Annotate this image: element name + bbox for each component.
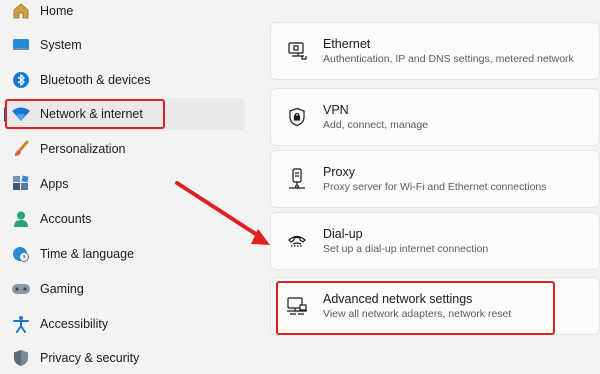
card-description: Authentication, IP and DNS settings, met… xyxy=(323,52,574,65)
dialup-icon xyxy=(285,229,309,253)
home-icon xyxy=(10,0,32,22)
card-title: Ethernet xyxy=(323,36,371,51)
sidebar-item-gaming[interactable]: Gaming xyxy=(4,273,245,305)
card-title: Advanced network settings xyxy=(323,291,473,306)
sidebar-item-personalization[interactable]: Personalization xyxy=(4,133,245,165)
sidebar-item-label: Apps xyxy=(40,177,69,191)
sidebar-item-label: Accessibility xyxy=(40,317,109,331)
monitor-icon xyxy=(10,34,32,56)
sidebar-item-network[interactable]: Network & internet xyxy=(4,98,245,130)
advanced-network-icon xyxy=(285,294,309,318)
sidebar-item-label: Home xyxy=(40,4,74,18)
apps-icon xyxy=(10,173,32,195)
sidebar-item-label: System xyxy=(40,38,82,52)
card-description: Proxy server for Wi-Fi and Ethernet conn… xyxy=(323,180,547,193)
person-icon xyxy=(10,208,32,230)
sidebar-item-bluetooth[interactable]: Bluetooth & devices xyxy=(4,64,245,96)
sidebar: Home System Bluetooth & devices Network … xyxy=(0,0,250,371)
card-dial-up[interactable]: Dial-up Set up a dial-up internet connec… xyxy=(270,212,600,270)
ethernet-icon xyxy=(285,39,309,63)
sidebar-item-home[interactable]: Home xyxy=(4,0,245,27)
brush-icon xyxy=(10,138,32,160)
card-description: Set up a dial-up internet connection xyxy=(323,242,489,255)
bluetooth-icon xyxy=(10,69,32,91)
card-title: Proxy xyxy=(323,164,355,179)
globe-clock-icon xyxy=(10,243,32,265)
accessibility-icon xyxy=(10,313,32,335)
card-proxy[interactable]: Proxy Proxy server for Wi-Fi and Etherne… xyxy=(270,150,600,208)
card-title: Dial-up xyxy=(323,226,363,241)
sidebar-item-time-language[interactable]: Time & language xyxy=(4,238,245,270)
sidebar-item-label: Network & internet xyxy=(40,107,143,121)
sidebar-item-system[interactable]: System xyxy=(4,29,245,61)
sidebar-item-label: Bluetooth & devices xyxy=(40,73,151,87)
sidebar-item-label: Accounts xyxy=(40,212,92,226)
wifi-icon xyxy=(10,103,32,125)
sidebar-item-label: Time & language xyxy=(40,247,135,261)
sidebar-item-label: Gaming xyxy=(40,282,84,296)
card-advanced-network-settings[interactable]: Advanced network settings View all netwo… xyxy=(270,277,600,335)
selection-indicator xyxy=(4,107,7,122)
card-ethernet[interactable]: Ethernet Authentication, IP and DNS sett… xyxy=(270,22,600,80)
card-vpn[interactable]: VPN Add, connect, manage xyxy=(270,88,600,146)
sidebar-item-label: Privacy & security xyxy=(40,351,140,365)
gamepad-icon xyxy=(10,278,32,300)
sidebar-item-privacy-security[interactable]: Privacy & security xyxy=(4,342,245,374)
proxy-icon xyxy=(285,167,309,191)
sidebar-item-accessibility[interactable]: Accessibility xyxy=(4,308,245,340)
card-title: VPN xyxy=(323,102,349,117)
card-description: Add, connect, manage xyxy=(323,118,429,131)
shield-icon xyxy=(10,347,32,369)
network-settings-list: Ethernet Authentication, IP and DNS sett… xyxy=(270,0,600,371)
sidebar-item-accounts[interactable]: Accounts xyxy=(4,203,245,235)
sidebar-item-label: Personalization xyxy=(40,142,126,156)
sidebar-item-apps[interactable]: Apps xyxy=(4,168,245,200)
card-description: View all network adapters, network reset xyxy=(323,307,512,320)
vpn-shield-icon xyxy=(285,105,309,129)
